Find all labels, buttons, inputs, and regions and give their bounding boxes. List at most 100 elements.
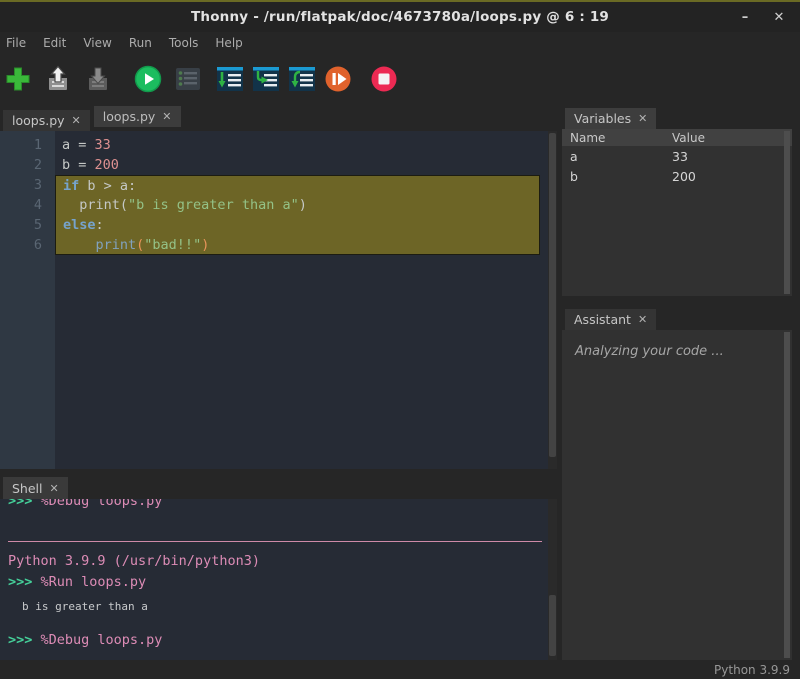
menu-run[interactable]: Run [129,36,152,50]
shell-tabbar: Shell ✕ [0,477,557,499]
menu-edit[interactable]: Edit [43,36,66,50]
code-line: 5else: [0,215,548,235]
close-button[interactable]: ✕ [764,2,794,32]
code-text: print("bad!!") [55,235,540,255]
assistant-tab-close-icon[interactable]: ✕ [638,313,647,326]
shell-command-line: >>> %Run loops.py [8,572,548,592]
new-file-button[interactable] [4,65,32,93]
menu-tools[interactable]: Tools [169,36,199,50]
assistant-tabbar: Assistant ✕ [562,307,800,330]
menu-view[interactable]: View [83,36,111,50]
variables-tab[interactable]: Variables ✕ [565,108,656,129]
line-number: 3 [0,175,55,195]
code-line: 2b = 200 [0,155,548,175]
shell-command-line: >>> %Debug loops.py [8,630,548,650]
shell-command-text: %Debug loops.py [41,499,163,509]
line-number: 1 [0,135,55,155]
code-text: print("b is greater than a") [55,195,540,215]
editor-column: loops.py ✕ loops.py ✕ 1a = 332b = 2003if… [0,105,557,660]
menu-file[interactable]: File [6,36,26,50]
variables-tab-close-icon[interactable]: ✕ [638,112,647,125]
variables-tab-label: Variables [574,111,631,126]
shell-separator-line [8,541,542,542]
minimize-button[interactable]: – [730,2,760,32]
shell-blank-line [8,616,548,630]
shell-banner: Python 3.9.9 (/usr/bin/python3) [8,550,548,572]
editor-tab-2[interactable]: loops.py ✕ [94,106,181,127]
variables-col-value: Value [672,131,792,145]
code-lines: 1a = 332b = 2003if b > a:4 print("b is g… [0,135,548,255]
assistant-scrollbar[interactable] [784,332,790,658]
editor-tab-2-label: loops.py [103,109,156,124]
editor-tab-1-close-icon[interactable]: ✕ [72,114,81,127]
line-number: 2 [0,155,55,175]
run-script-button[interactable] [134,65,162,93]
window-title: Thonny - /run/flatpak/doc/4673780a/loops… [191,9,609,25]
line-number: 6 [0,235,55,255]
main-area: loops.py ✕ loops.py ✕ 1a = 332b = 2003if… [0,105,800,660]
resume-icon [324,65,352,93]
editor-tab-2-close-icon[interactable]: ✕ [162,110,171,123]
python-version-label: Python 3.9.9 [714,663,790,677]
assistant-message: Analyzing your code ... [562,330,792,359]
code-editor[interactable]: 1a = 332b = 2003if b > a:4 print("b is g… [0,131,548,469]
shell-tab-label: Shell [12,481,43,496]
shell-tab[interactable]: Shell ✕ [3,477,68,499]
variables-rows: a33b200 [562,146,792,186]
line-number: 4 [0,195,55,215]
step-out-button[interactable] [288,65,316,93]
assistant-tab[interactable]: Assistant ✕ [565,309,656,330]
shell-program-output: b is greater than a [8,598,548,616]
assistant-panel: Analyzing your code ... [562,330,792,660]
open-icon [44,65,72,93]
variables-panel: Name Value a33b200 [562,129,792,296]
editor-scrollbar[interactable] [548,131,557,469]
step-over-button[interactable] [216,65,244,93]
step-over-icon [216,65,244,93]
editor-scrollbar-thumb[interactable] [549,133,556,457]
shell-tab-close-icon[interactable]: ✕ [50,482,59,495]
plus-icon [4,65,32,93]
toolbar [0,53,800,105]
debug-icon [174,65,202,93]
code-text: else: [55,215,540,235]
stop-icon [370,65,398,93]
variable-value: 200 [672,169,792,184]
step-into-icon [252,65,280,93]
resume-button[interactable] [324,65,352,93]
variables-header: Name Value [562,129,792,146]
variable-name: b [562,169,672,184]
variable-row[interactable]: a33 [562,146,792,166]
save-file-button[interactable] [84,65,112,93]
shell-blank-line [8,511,548,525]
debug-script-button[interactable] [174,65,202,93]
open-file-button[interactable] [44,65,72,93]
statusbar: Python 3.9.9 [0,660,800,679]
shell-command-line: >>> %Debug loops.py [8,499,548,511]
editor-tab-1-label: loops.py [12,113,65,128]
step-out-icon [288,65,316,93]
shell-scrollbar-thumb[interactable] [549,595,556,656]
code-line: 1a = 33 [0,135,548,155]
assistant-scrollbar-thumb[interactable] [784,332,790,658]
stop-button[interactable] [370,65,398,93]
shell-output[interactable]: >>> %Debug loops.py Python 3.9.9 (/usr/bi… [0,499,548,660]
variables-tabbar: Variables ✕ [562,105,800,129]
menubar: File Edit View Run Tools Help [0,32,800,53]
variables-scrollbar-thumb[interactable] [784,131,790,294]
variable-name: a [562,149,672,164]
shell-prompt: >>> [8,574,41,590]
variable-value: 33 [672,149,792,164]
step-into-button[interactable] [252,65,280,93]
assistant-tab-label: Assistant [574,312,631,327]
side-panels-column: Variables ✕ Name Value a33b200 Assistant [557,105,800,660]
shell-command-text: %Debug loops.py [41,632,163,648]
shell-scrollbar[interactable] [548,499,557,660]
variable-row[interactable]: b200 [562,166,792,186]
line-number: 5 [0,215,55,235]
editor-tab-1[interactable]: loops.py ✕ [3,110,90,131]
titlebar: Thonny - /run/flatpak/doc/4673780a/loops… [0,2,800,32]
editor-tabbar: loops.py ✕ loops.py ✕ [0,105,557,131]
variables-scrollbar[interactable] [784,131,790,294]
menu-help[interactable]: Help [215,36,242,50]
